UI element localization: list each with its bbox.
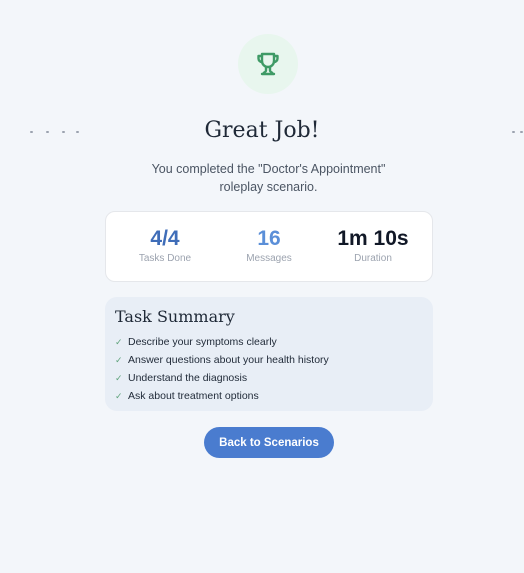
check-icon: ✓ [115, 372, 123, 383]
trophy-icon [257, 52, 279, 76]
stat-duration: 1m 10s Duration [318, 226, 428, 264]
stat-tasks-label: Tasks Done [138, 253, 192, 264]
task-item-label: Describe your symptoms clearly [128, 336, 277, 348]
check-icon: ✓ [115, 354, 123, 365]
task-item: ✓ Describe your symptoms clearly [115, 333, 423, 351]
task-list: ✓ Describe your symptoms clearly ✓ Answe… [115, 333, 423, 405]
completion-message: You completed the "Doctor's Appointment"… [151, 162, 386, 194]
check-icon: ✓ [115, 336, 123, 347]
stat-duration-value: 1m 10s [337, 227, 409, 250]
stat-tasks-value: 4/4 [150, 227, 180, 250]
task-item: ✓ Answer questions about your health his… [115, 351, 423, 369]
stat-messages-value: 16 [257, 227, 281, 250]
check-icon: ✓ [115, 390, 123, 401]
stat-duration-label: Duration [354, 253, 392, 264]
task-summary-heading: Task Summary [115, 307, 235, 326]
stat-tasks: 4/4 Tasks Done [110, 226, 220, 264]
task-item-label: Answer questions about your health histo… [128, 354, 329, 366]
task-item-label: Ask about treatment options [128, 390, 259, 402]
back-to-scenarios-button[interactable]: Back to Scenarios [204, 427, 334, 458]
task-item: ✓ Understand the diagnosis [115, 369, 423, 387]
task-item-label: Understand the diagnosis [128, 372, 248, 384]
task-summary-card: Task Summary ✓ Describe your symptoms cl… [105, 297, 433, 411]
page-title: Great Job! [204, 118, 320, 143]
task-item: ✓ Ask about treatment options [115, 387, 423, 405]
stat-messages: 16 Messages [214, 226, 324, 264]
stats-card: 4/4 Tasks Done 16 Messages 1m 10s Durati… [105, 211, 433, 282]
trophy-badge [238, 34, 298, 94]
stat-messages-label: Messages [246, 253, 292, 264]
